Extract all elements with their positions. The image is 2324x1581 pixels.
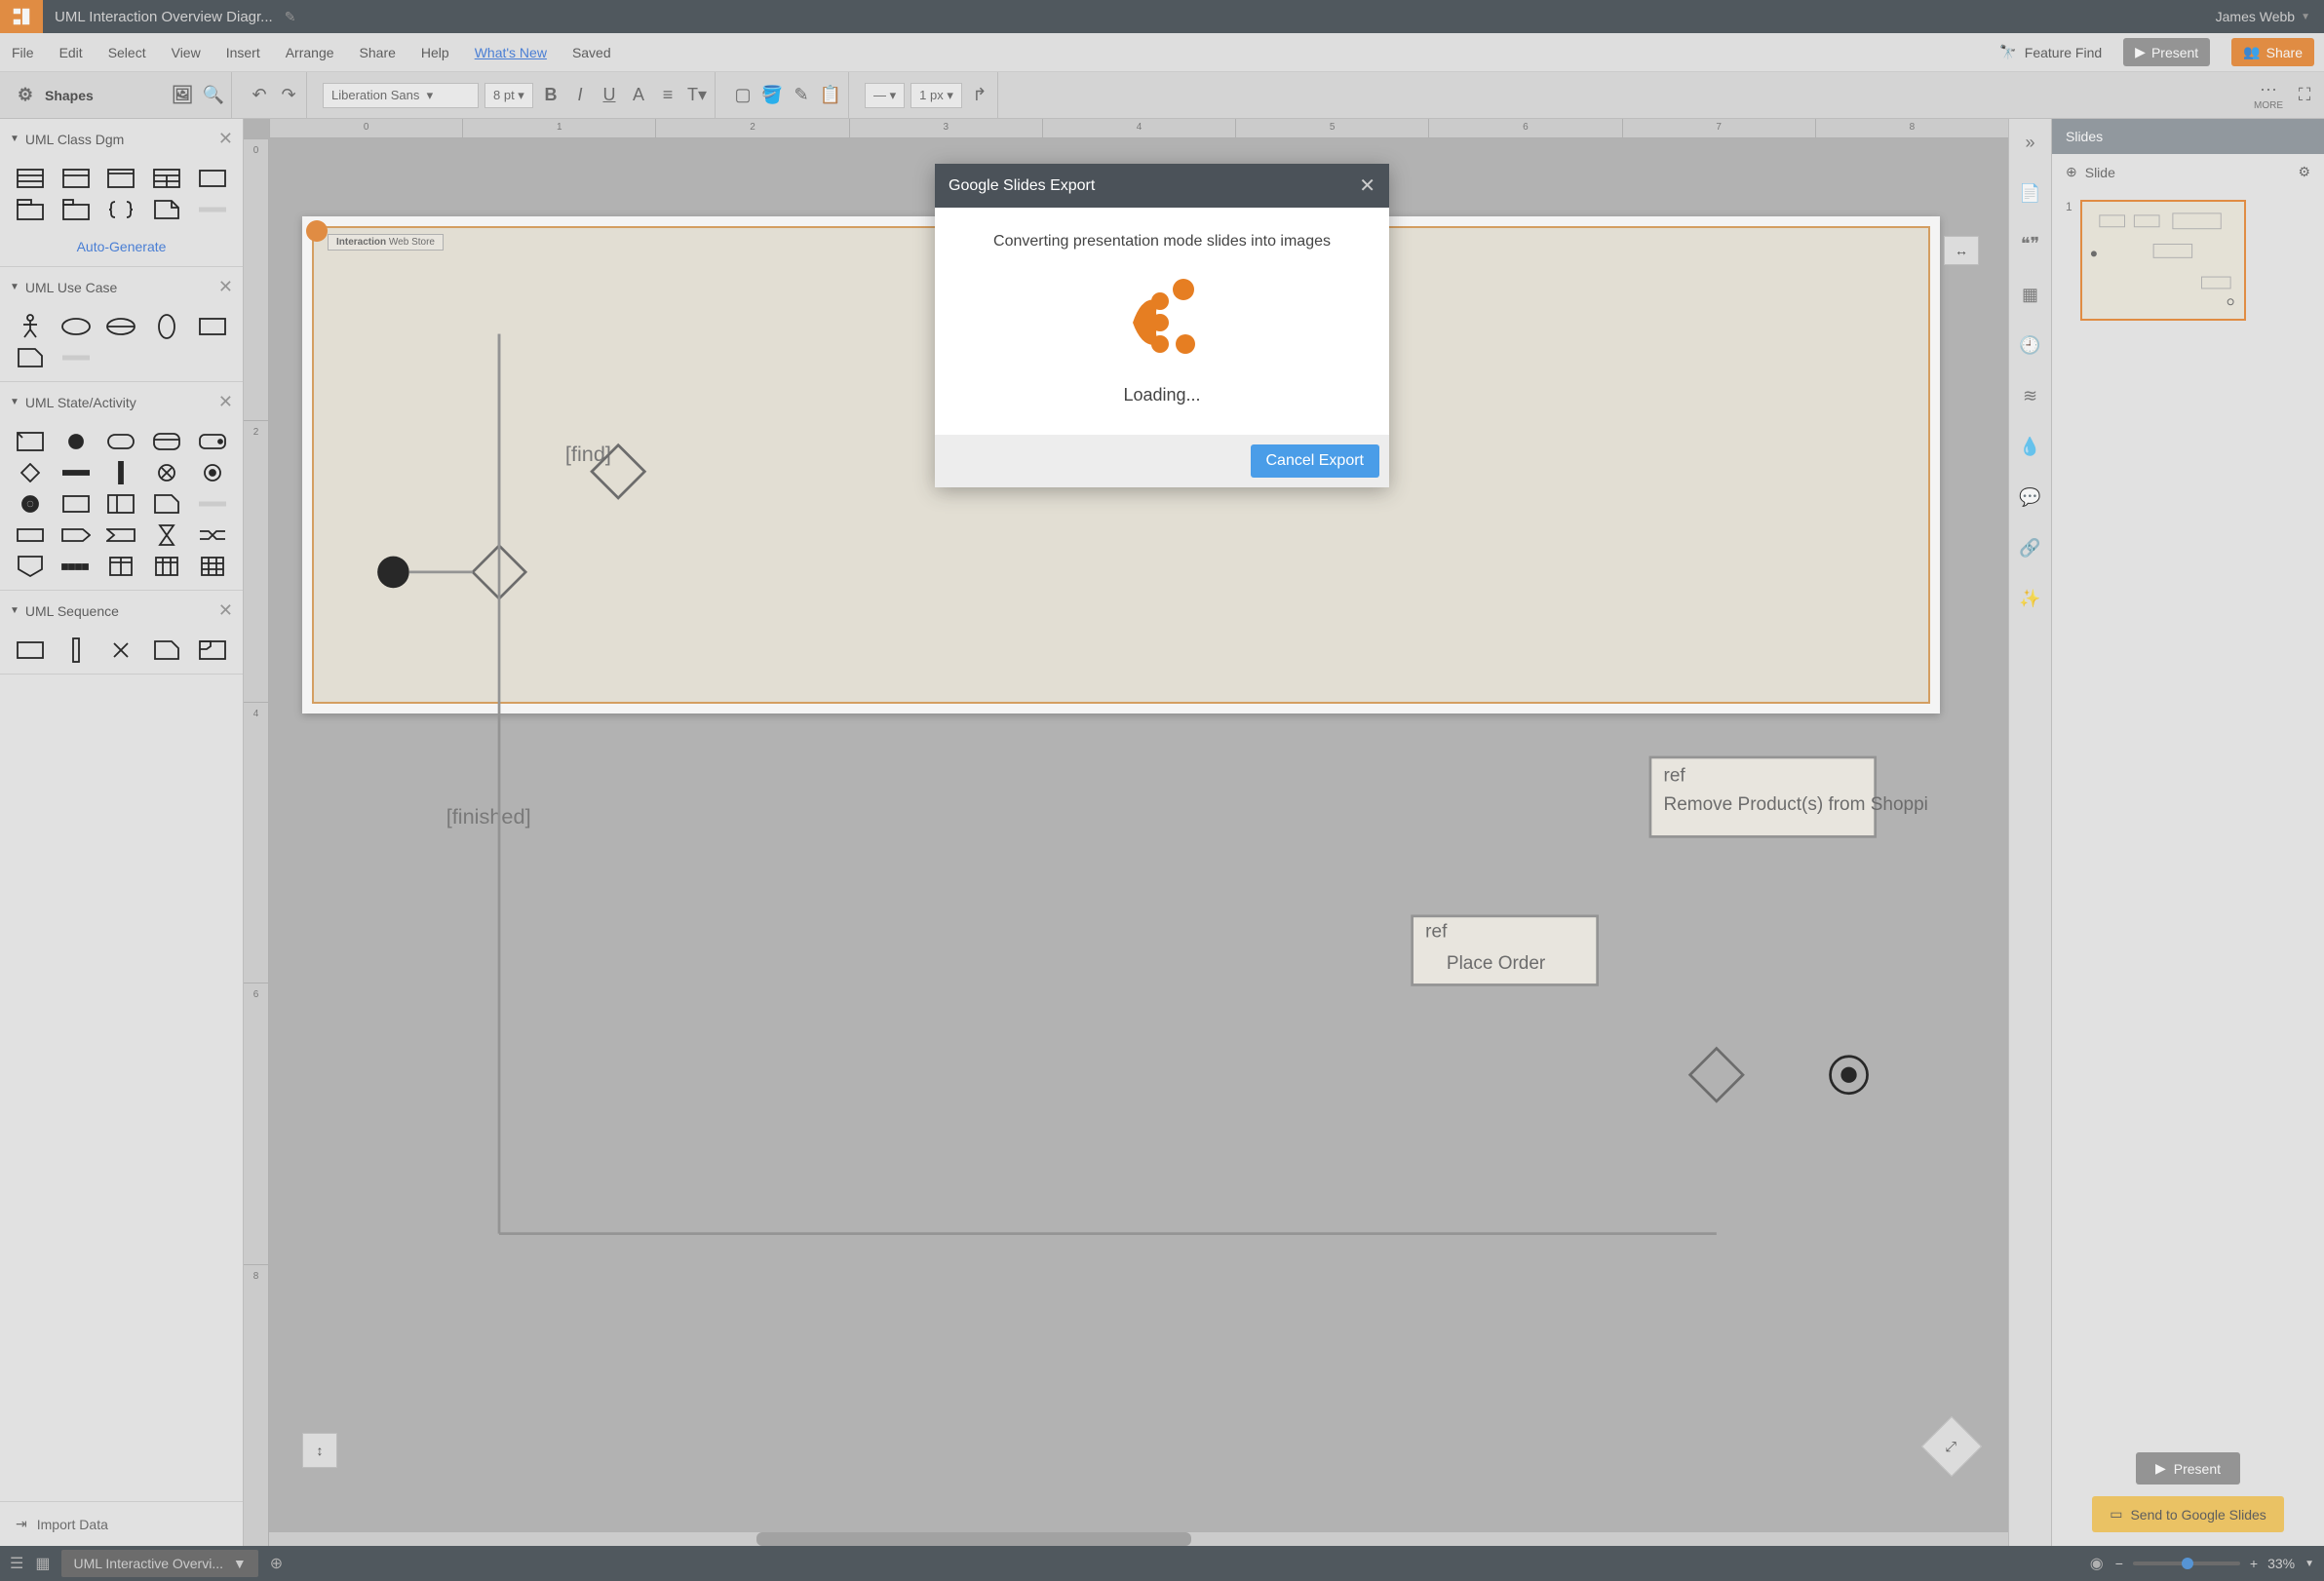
loader-icon — [1113, 274, 1211, 362]
modal-backdrop: Google Slides Export ✕ Converting presen… — [0, 0, 2324, 1581]
modal-title: Google Slides Export — [949, 177, 1359, 195]
export-modal: Google Slides Export ✕ Converting presen… — [935, 164, 1389, 487]
cancel-export-button[interactable]: Cancel Export — [1251, 444, 1380, 478]
modal-message: Converting presentation mode slides into… — [954, 233, 1370, 251]
close-icon[interactable]: ✕ — [1359, 174, 1375, 198]
loading-text: Loading... — [954, 385, 1370, 405]
